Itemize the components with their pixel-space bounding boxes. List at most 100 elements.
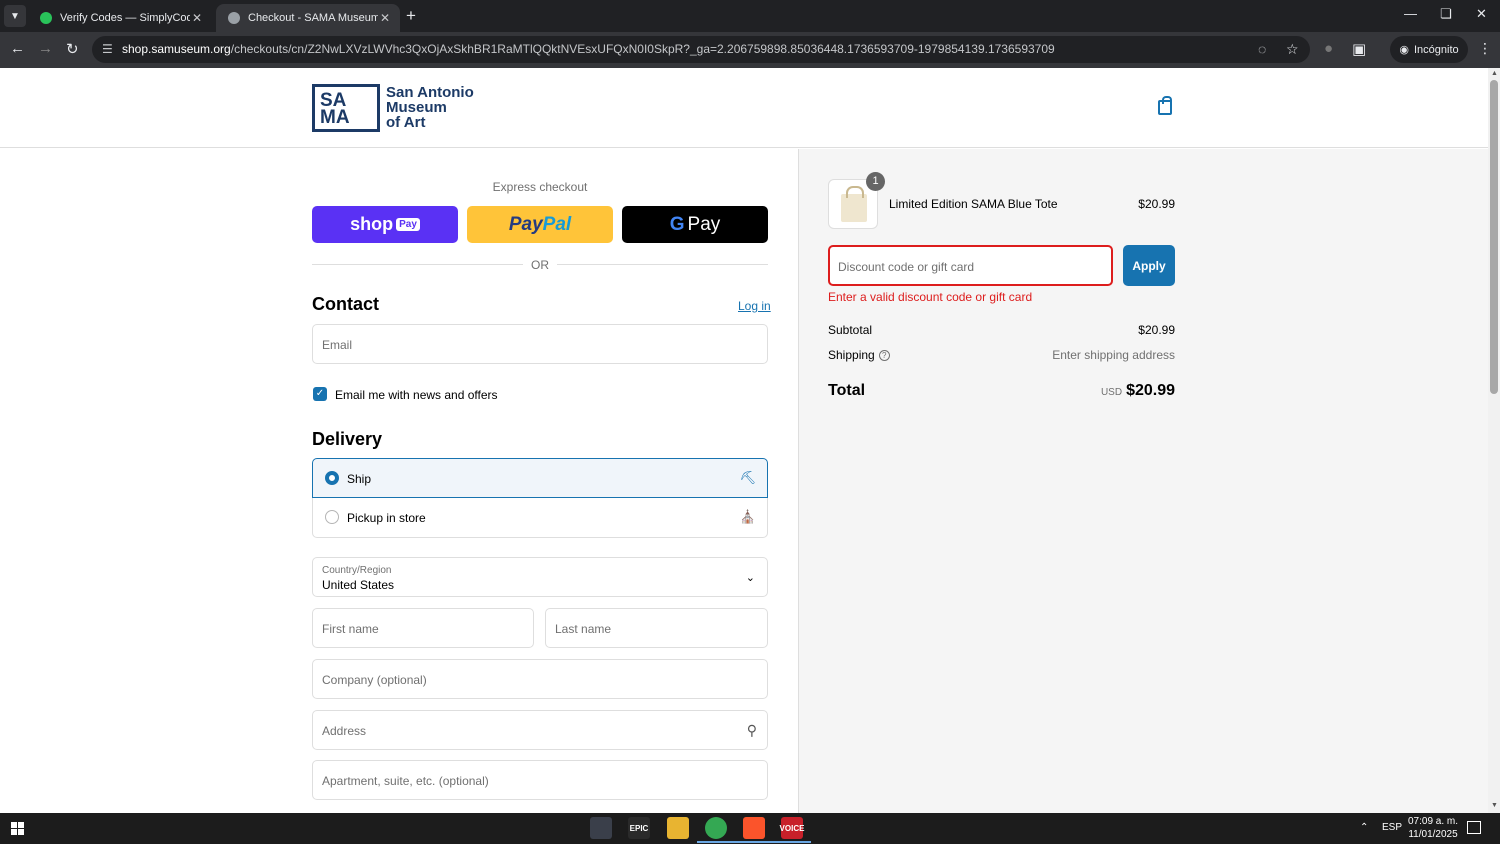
close-tab-icon[interactable]: ✕ [380, 11, 390, 25]
forward-arrow-icon[interactable]: → [38, 40, 53, 57]
subtotal-value: $20.99 [1138, 323, 1175, 337]
chrome-icon[interactable] [697, 817, 735, 843]
taskbar-app-icon[interactable] [590, 817, 612, 839]
shop-pay-badge: Pay [396, 218, 420, 231]
apartment-field[interactable]: Apartment, suite, etc. (optional) [312, 760, 768, 800]
clock-time: 07:09 a. m. [1408, 816, 1459, 827]
browser-toolbar: ← → ↻ ☰ shop.samuseum.org/checkouts/cn/Z… [0, 32, 1500, 68]
incognito-badge[interactable]: ◉ Incógnito [1390, 36, 1468, 63]
delivery-option-pickup[interactable]: Pickup in store ⛪ [312, 498, 768, 538]
browser-window-chrome: ▼ Verify Codes — SimplyCodes ✕ Checkout … [0, 0, 1500, 68]
windows-start-icon[interactable] [11, 822, 24, 835]
last-name-placeholder: Last name [555, 622, 612, 636]
close-tab-icon[interactable]: ✕ [192, 11, 202, 25]
company-field[interactable]: Company (optional) [312, 659, 768, 699]
total-label: Total [828, 382, 866, 399]
country-label: Country/Region [322, 565, 392, 576]
language-indicator[interactable]: ESP [1382, 822, 1402, 833]
minimize-icon[interactable]: — [1404, 6, 1417, 21]
address-bar[interactable]: ☰ shop.samuseum.org/checkouts/cn/Z2NwLXV… [92, 36, 1310, 63]
address-field[interactable]: Address ⚲ [312, 710, 768, 750]
paypal-wordmark-pal: Pal [542, 213, 572, 235]
delivery-option-label: Pickup in store [347, 511, 426, 525]
subtotal-label: Subtotal [828, 323, 873, 337]
search-icon: ⚲ [746, 722, 757, 738]
kebab-menu-icon[interactable]: ⋮ [1478, 40, 1492, 57]
site-info-icon[interactable]: ☰ [102, 42, 113, 56]
extensions-icon[interactable]: ▣ [1352, 40, 1366, 58]
shipping-label: Shipping [828, 348, 875, 362]
discount-code-input[interactable]: Discount code or gift card [828, 245, 1113, 286]
paypal-button[interactable]: Pay Pal [467, 206, 613, 243]
windows-taskbar: EPIC VOICE ⌃ ESP 07:09 a. m. 11/01/2025 [0, 813, 1500, 844]
restore-icon[interactable]: ❏ [1440, 6, 1452, 22]
sama-logo-text[interactable]: San Antonio Museum of Art [386, 85, 474, 130]
file-explorer-icon[interactable] [667, 817, 689, 839]
new-tab-plus-icon[interactable]: + [406, 6, 416, 26]
newsletter-checkbox[interactable]: ✓ [313, 387, 327, 401]
epic-games-icon[interactable]: EPIC [628, 817, 650, 839]
google-pay-button[interactable]: G Pay [622, 206, 768, 243]
or-separator: OR [531, 258, 549, 272]
total-row: Total USD $20.99 [828, 382, 1175, 400]
express-checkout-label: Express checkout [492, 180, 588, 194]
reload-icon[interactable]: ↻ [66, 40, 79, 58]
star-bookmark-icon[interactable]: ☆ [1286, 41, 1299, 58]
total-currency: USD [1100, 387, 1123, 398]
google-g-icon: G [669, 213, 685, 235]
close-window-icon[interactable]: ✕ [1476, 6, 1487, 22]
back-arrow-icon[interactable]: ← [10, 40, 25, 57]
newsletter-label[interactable]: Email me with news and offers [335, 388, 498, 402]
brave-icon[interactable] [735, 817, 773, 843]
last-name-field[interactable]: Last name [545, 608, 768, 648]
pickup-radio[interactable] [325, 510, 339, 524]
quantity-badge: 1 [866, 172, 885, 191]
shop-pay-button[interactable]: shop Pay [312, 206, 458, 243]
simplycodes-favicon-icon [40, 12, 52, 24]
tab-search-chevron-icon[interactable]: ▼ [4, 5, 26, 27]
discount-error-message: Enter a valid discount code or gift card [828, 290, 1033, 304]
extension-puzzle-icon[interactable]: ● [1324, 40, 1333, 57]
country-select[interactable]: Country/Region United States ⌄ [312, 557, 768, 597]
total-value: $20.99 [1126, 382, 1175, 399]
truck-icon: ⛏ [739, 470, 756, 485]
scrollbar-thumb[interactable] [1490, 80, 1498, 394]
country-value: United States [322, 578, 395, 592]
tote-bag-image [841, 186, 867, 222]
paypal-wordmark-pay: Pay [508, 213, 543, 235]
tab-verify-codes[interactable]: Verify Codes — SimplyCodes ✕ [28, 4, 212, 32]
tab-title: Checkout - SAMA Museum Sho [248, 12, 378, 24]
address-placeholder: Address [322, 724, 367, 738]
apply-discount-button[interactable]: Apply [1123, 245, 1175, 286]
company-placeholder: Company (optional) [322, 673, 427, 687]
scroll-up-arrow-icon[interactable]: ▲ [1491, 70, 1498, 77]
page-scrollbar[interactable]: ▲ ▼ [1488, 68, 1500, 813]
log-in-link[interactable]: Log in [738, 299, 771, 313]
apartment-placeholder: Apartment, suite, etc. (optional) [322, 774, 489, 788]
email-field[interactable]: Email [312, 324, 768, 364]
notification-center-icon[interactable] [1467, 821, 1481, 834]
clock-date: 11/01/2025 [1408, 829, 1458, 840]
checkout-page: SA MA San Antonio Museum of Art Express … [0, 68, 1488, 813]
chevron-down-icon: ⌄ [745, 572, 755, 584]
eye-slash-icon[interactable]: ◌ [1258, 41, 1266, 57]
delivery-option-ship[interactable]: Ship ⛏ [312, 458, 768, 498]
info-icon[interactable]: ? [878, 350, 890, 361]
tab-checkout[interactable]: Checkout - SAMA Museum Sho ✕ [216, 4, 400, 32]
tray-chevron-up-icon[interactable]: ⌃ [1360, 822, 1368, 833]
taskbar-clock[interactable]: 07:09 a. m. 11/01/2025 [1408, 815, 1458, 841]
scroll-down-arrow-icon[interactable]: ▼ [1491, 802, 1498, 809]
shipping-value: Enter shipping address [1052, 348, 1175, 362]
logo-mark-line: MA [320, 107, 350, 128]
shopping-bag-icon[interactable] [1158, 96, 1172, 115]
google-pay-wordmark: Pay [687, 213, 721, 235]
url-text[interactable]: shop.samuseum.org/checkouts/cn/Z2NwLXVzL… [122, 42, 1055, 56]
delivery-heading: Delivery [312, 429, 383, 449]
product-price: $20.99 [1138, 197, 1175, 211]
voicemeeter-icon[interactable]: VOICE [773, 817, 811, 843]
email-placeholder: Email [322, 338, 353, 352]
first-name-field[interactable]: First name [312, 608, 534, 648]
sama-logo-mark[interactable]: SA MA [312, 84, 380, 132]
ship-radio[interactable] [325, 471, 339, 485]
url-path: /checkouts/cn/Z2NwLXVzLWVhc3QxOjAxSkhBR1… [230, 42, 1055, 56]
